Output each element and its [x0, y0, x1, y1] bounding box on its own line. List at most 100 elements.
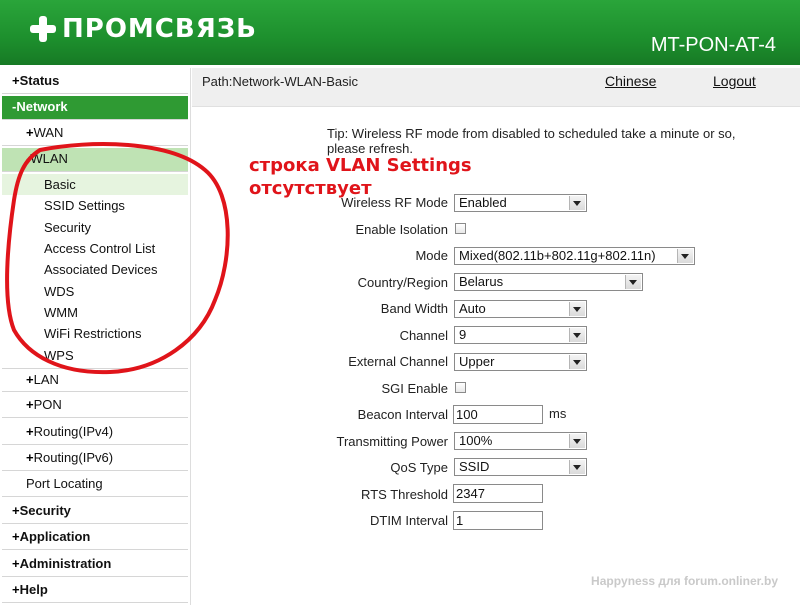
sidebar-item-label: Routing(IPv4)	[33, 424, 114, 439]
sidebar-item-routing-ipv4[interactable]: +Routing(IPv4)	[2, 421, 188, 445]
sidebar-item-wds[interactable]: WDS	[2, 281, 188, 302]
external-channel-label: External Channel	[348, 354, 448, 369]
mode-select[interactable]: Mixed(802.11b+802.11g+802.11n)	[454, 247, 695, 265]
expand-icon: +	[12, 503, 20, 518]
wireless-rf-mode-select[interactable]: Enabled	[454, 194, 587, 212]
enable-isolation-label: Enable Isolation	[355, 222, 448, 237]
sidebar-item-label: PON	[33, 397, 62, 412]
sidebar-item-label: Security	[19, 503, 71, 518]
qos-type-select[interactable]: SSID	[454, 458, 587, 476]
mode-value: Mixed(802.11b+802.11g+802.11n)	[459, 248, 656, 263]
channel-label: Channel	[399, 328, 448, 343]
rts-threshold-label: RTS Threshold	[361, 487, 448, 502]
sidebar-item-ssid-settings[interactable]: SSID Settings	[2, 195, 188, 216]
watermark-text: Happyness для forum.onliner.by	[591, 574, 778, 588]
beacon-interval-label: Beacon Interval	[357, 407, 448, 422]
sidebar: +Status -Network +WAN -WLAN Basic SSID S…	[0, 68, 191, 605]
sidebar-item-application[interactable]: +Application	[2, 526, 188, 550]
brand-logo: ПРОМСВЯЗЬ	[30, 14, 257, 44]
sidebar-item-routing-ipv6[interactable]: +Routing(IPv6)	[2, 447, 188, 471]
band-width-label: Band Width	[380, 301, 448, 316]
sidebar-item-basic[interactable]: Basic	[2, 174, 188, 195]
sidebar-item-wan[interactable]: +WAN	[2, 122, 188, 146]
transmitting-power-value: 100%	[459, 433, 493, 448]
sidebar-item-label: Network	[16, 99, 68, 114]
sidebar-item-lan[interactable]: +LAN	[2, 368, 188, 392]
chinese-language-link[interactable]: Chinese	[605, 73, 656, 89]
band-width-value: Auto	[459, 301, 486, 316]
external-channel-value: Upper	[459, 354, 495, 369]
logout-link[interactable]: Logout	[713, 73, 756, 89]
sidebar-item-port-locating[interactable]: Port Locating	[2, 473, 188, 497]
sidebar-item-wlan[interactable]: -WLAN	[2, 148, 188, 172]
expand-icon: +	[26, 450, 34, 465]
expand-icon: +	[26, 372, 34, 387]
expand-icon: +	[12, 582, 20, 597]
logo-cross-icon	[30, 16, 56, 42]
annotation-line-2: отсутствует	[249, 178, 372, 199]
breadcrumb: Path:Network-WLAN-Basic	[202, 74, 359, 89]
expand-icon: +	[12, 529, 20, 544]
sidebar-item-label: WLAN	[30, 151, 68, 166]
sidebar-item-pon[interactable]: +PON	[2, 394, 188, 418]
chevron-down-icon	[569, 302, 585, 316]
chevron-down-icon	[569, 460, 585, 474]
country-region-label: Country/Region	[357, 275, 448, 290]
sidebar-item-wmm[interactable]: WMM	[2, 302, 188, 323]
dtim-interval-input[interactable]: 1	[453, 511, 543, 530]
expand-icon: +	[12, 556, 20, 571]
expand-icon: +	[26, 397, 34, 412]
device-model: MT-PON-AT-4	[650, 34, 776, 56]
expand-icon: +	[26, 424, 34, 439]
path-bar: Path:Network-WLAN-Basic Chinese Logout	[192, 68, 800, 107]
sidebar-item-label: Status	[19, 73, 60, 88]
sidebar-item-help[interactable]: +Help	[2, 579, 188, 603]
header-bar: ПРОМСВЯЗЬ MT-PON-AT-4	[0, 0, 800, 65]
country-region-value: Belarus	[459, 274, 504, 289]
annotation-text: строка VLAN Settings отсутствует	[249, 154, 472, 200]
channel-select[interactable]: 9	[454, 326, 587, 344]
mode-label: Mode	[415, 248, 448, 263]
chevron-down-icon	[569, 434, 585, 448]
sgi-enable-checkbox[interactable]	[455, 382, 466, 393]
sidebar-item-security-wlan[interactable]: Security	[2, 217, 188, 238]
sidebar-item-label: Routing(IPv6)	[33, 450, 114, 465]
qos-type-label: QoS Type	[390, 460, 448, 475]
channel-value: 9	[459, 327, 467, 342]
sidebar-item-status[interactable]: +Status	[2, 70, 188, 94]
sidebar-item-label: Help	[19, 582, 48, 597]
band-width-select[interactable]: Auto	[454, 300, 587, 318]
sidebar-item-wps[interactable]: WPS	[2, 345, 188, 366]
sidebar-item-label: Application	[19, 529, 91, 544]
external-channel-select[interactable]: Upper	[454, 353, 587, 371]
sidebar-item-network[interactable]: -Network	[2, 96, 188, 120]
sidebar-item-access-control-list[interactable]: Access Control List	[2, 238, 188, 259]
beacon-interval-unit: ms	[549, 406, 567, 421]
enable-isolation-checkbox[interactable]	[455, 223, 466, 234]
transmitting-power-label: Transmitting Power	[336, 434, 449, 449]
country-region-select[interactable]: Belarus	[454, 273, 643, 291]
expand-icon: +	[26, 125, 34, 140]
chevron-down-icon	[569, 355, 585, 369]
dtim-interval-label: DTIM Interval	[369, 513, 448, 528]
chevron-down-icon	[569, 328, 585, 342]
chevron-down-icon	[625, 275, 641, 289]
logo-text: ПРОМСВЯЗЬ	[62, 14, 257, 44]
sidebar-item-associated-devices[interactable]: Associated Devices	[2, 259, 188, 280]
annotation-line-1: строка VLAN Settings	[249, 155, 472, 176]
sidebar-item-label: WAN	[33, 125, 64, 140]
transmitting-power-select[interactable]: 100%	[454, 432, 587, 450]
sidebar-item-security[interactable]: +Security	[2, 500, 188, 524]
sidebar-item-label: Administration	[19, 556, 112, 571]
sidebar-item-wifi-restrictions[interactable]: WiFi Restrictions	[2, 323, 188, 344]
rts-threshold-input[interactable]: 2347	[453, 484, 543, 503]
expand-icon: +	[12, 73, 20, 88]
sidebar-item-administration[interactable]: +Administration	[2, 553, 188, 577]
chevron-down-icon	[677, 249, 693, 263]
sidebar-item-label: LAN	[33, 372, 59, 387]
beacon-interval-input[interactable]: 100	[453, 405, 543, 424]
qos-type-value: SSID	[459, 459, 490, 474]
chevron-down-icon	[569, 196, 585, 210]
sgi-enable-label: SGI Enable	[381, 381, 449, 396]
tip-text: Tip: Wireless RF mode from disabled to s…	[327, 126, 736, 156]
